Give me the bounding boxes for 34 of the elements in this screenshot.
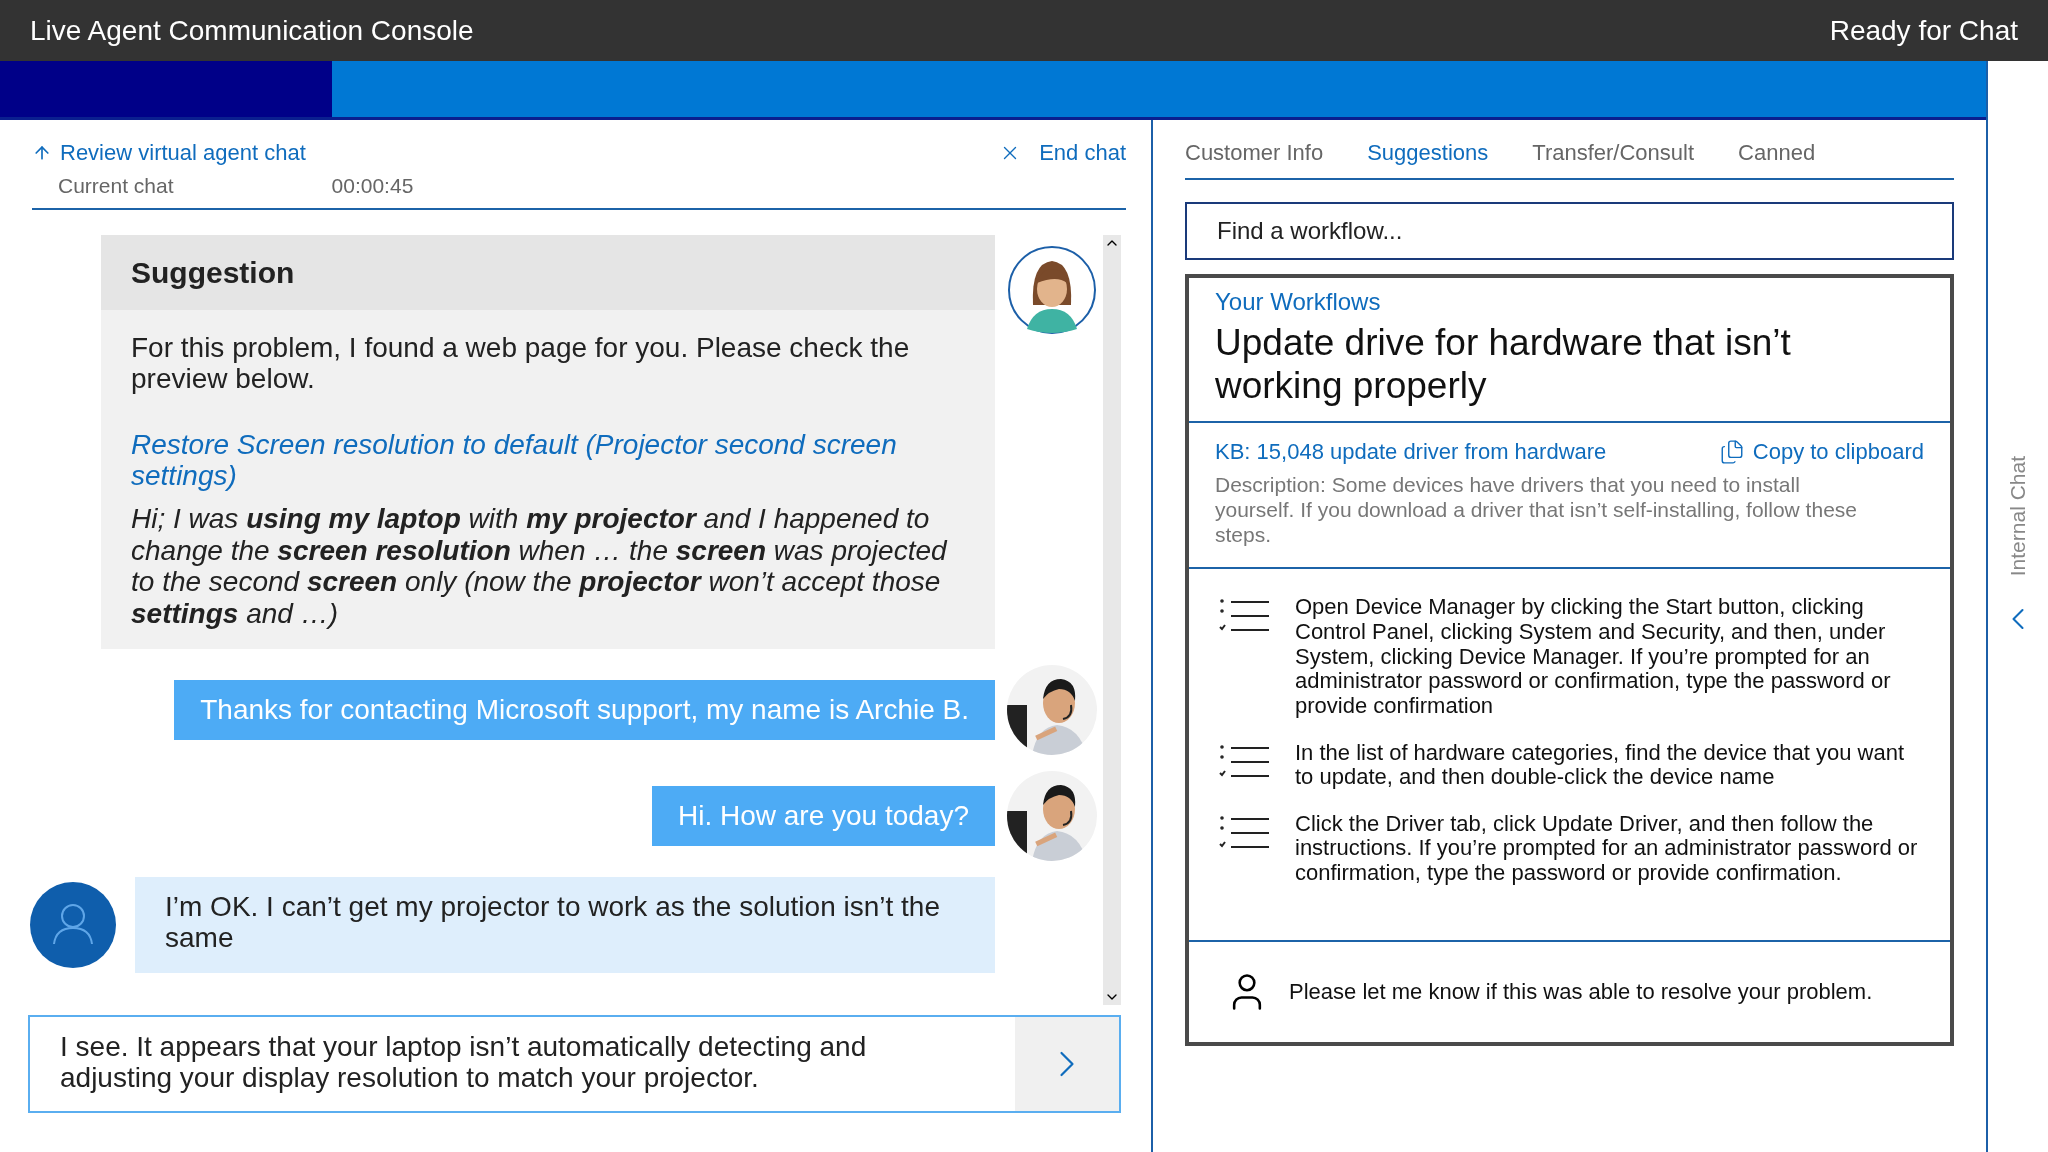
agent-message: Hi. How are you today? (651, 786, 995, 846)
end-chat-button[interactable]: End chat (999, 140, 1126, 166)
step-text: Click the Driver tab, click Update Driver, and then follow the instructions. If you’re prompted for an administrator password or confirmation, type the password or provide confirmation. (1295, 811, 1919, 886)
footer-text: Please let me know if this was able to resolve your problem. (1289, 979, 1873, 1005)
tab[interactable]: Suggestions (1367, 140, 1489, 166)
article-link[interactable]: Restore Screen resolution to default (Projector second screen settings) (131, 428, 965, 492)
kb-link[interactable]: KB: 15,048 update driver from hardware (1215, 439, 1607, 466)
workflow-title: Update drive for hardware that isn’t working properly (1215, 322, 1792, 408)
article-excerpt: Hi; I was using my laptop with my projector and I happened to change the screen resolution when … the screen was projected to the second screen only (now the projector won’t accept those settings and …) (131, 503, 949, 629)
checklist-icon (1219, 599, 1271, 634)
customer-message: I’m OK. I can’t get my projector to work as the solution isn’t the same (135, 876, 995, 973)
avatar-icon (30, 881, 116, 968)
tab[interactable]: Canned (1738, 140, 1816, 166)
tab[interactable]: Customer Info (1185, 140, 1324, 166)
agent-message: Thanks for contacting Microsoft support, my name is Archie B. (174, 680, 995, 740)
session-label: Current chat (58, 174, 174, 198)
checklist-icon (1219, 815, 1271, 850)
copy-button[interactable]: Copy to clipboard (1718, 439, 1924, 466)
step-text: Open Device Manager by clicking the Start button, clicking Control Panel, clicking System and Security, and then, under System, clicking Device Manager. If you’re prompted for an administrator password or confirmation, type the password or provide confirmation (1295, 595, 1892, 719)
window-title: Live Agent Communication Console (30, 14, 474, 47)
chat-timer: 00:00:45 (331, 174, 414, 198)
description-text: Description: Some devices have drivers that you need to install yourself. If you download a driver that isn’t self-installing, follow these steps. (1215, 473, 1858, 548)
avatar-icon (1007, 245, 1097, 335)
internal-chat-label[interactable]: Internal Chat (2006, 456, 2030, 577)
step-text: In the list of hardware categories, find the device that you want to update, and then double-click the device name (1295, 740, 1906, 790)
status-text: Ready for Chat (1829, 14, 2018, 47)
checklist-icon (1219, 744, 1271, 779)
scrollbar[interactable] (1103, 235, 1121, 1005)
search-field[interactable]: Find a workflow... (1185, 202, 1954, 260)
section-label: Your Workflows (1215, 288, 1382, 316)
suggestion-text: For this problem, I found a web page for you. Please check the preview below. (131, 332, 911, 395)
tab[interactable]: Transfer/Consult (1532, 140, 1695, 166)
card-title: Suggestion (101, 235, 995, 310)
review-chat-link[interactable]: Review virtual agent chat (32, 140, 306, 166)
